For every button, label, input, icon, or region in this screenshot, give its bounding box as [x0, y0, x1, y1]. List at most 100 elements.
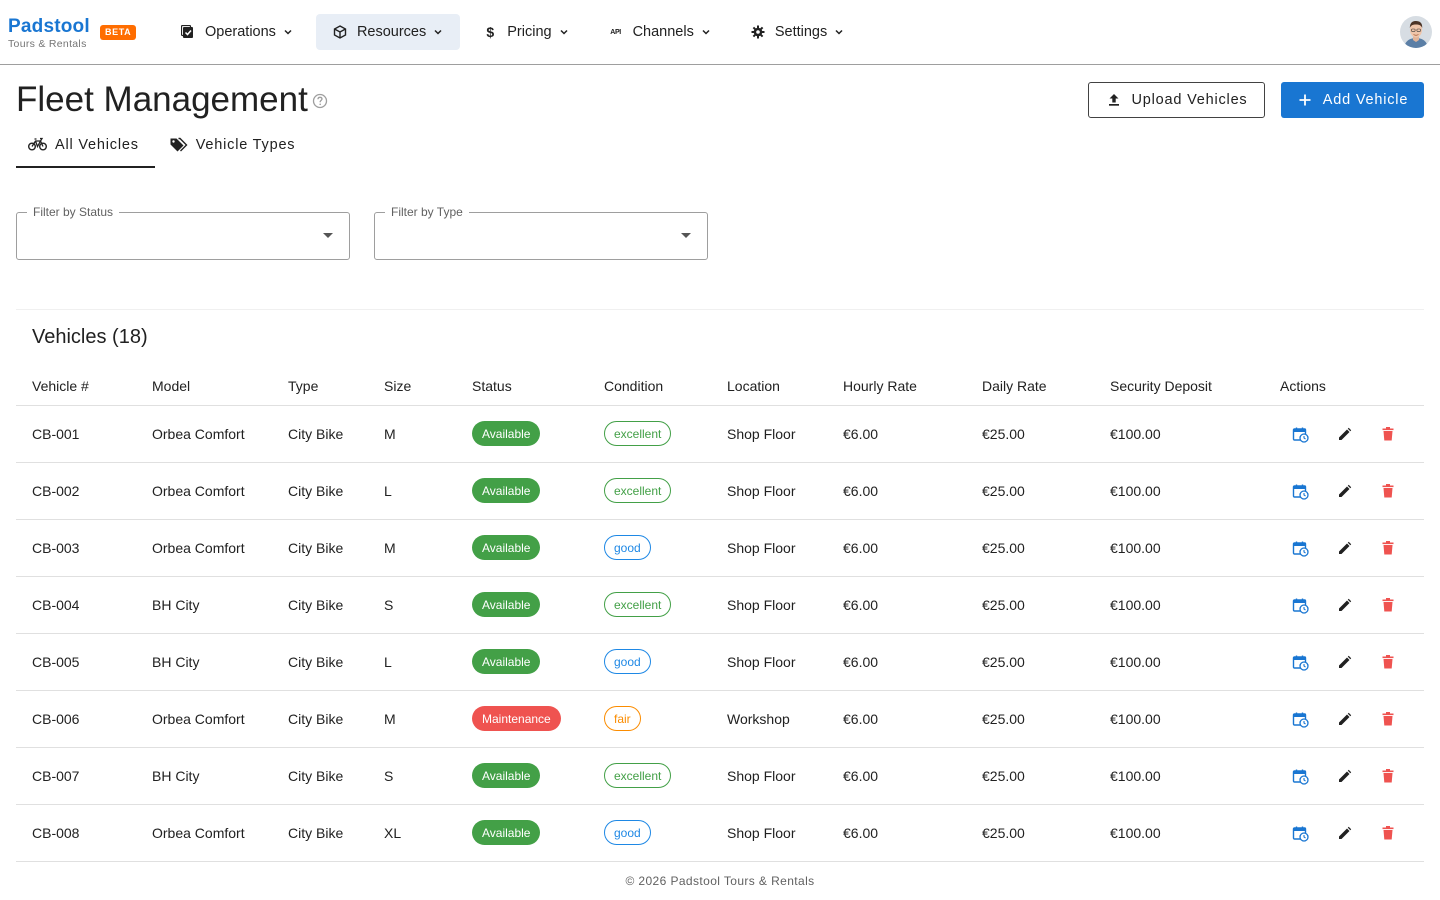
- filter-status-select[interactable]: Filter by Status: [16, 205, 350, 260]
- cell-id: CB-004: [32, 597, 80, 613]
- main-nav: Operations Resources $ Pricing API Chann…: [164, 14, 867, 50]
- cell-daily: €25.00: [982, 483, 1025, 499]
- footer-copyright: © 2026 Padstool Tours & Rentals: [625, 874, 815, 888]
- condition-badge: fair: [604, 706, 641, 731]
- edit-pencil-icon[interactable]: [1335, 539, 1353, 557]
- chevron-down-icon: [432, 26, 444, 38]
- table-row[interactable]: CB-002 Orbea Comfort City Bike L Available ex…: [16, 463, 1424, 520]
- schedule-calendar-icon[interactable]: [1291, 539, 1309, 557]
- tab-vehicle-types[interactable]: Vehicle Types: [155, 122, 312, 168]
- cell-location: Shop Floor: [727, 768, 796, 784]
- condition-badge: excellent: [604, 421, 672, 446]
- table-row[interactable]: CB-003 Orbea Comfort City Bike M Available go…: [16, 520, 1424, 577]
- edit-pencil-icon[interactable]: [1335, 767, 1353, 785]
- schedule-calendar-icon[interactable]: [1291, 596, 1309, 614]
- edit-pencil-icon[interactable]: [1335, 482, 1353, 500]
- cell-daily: €25.00: [982, 426, 1025, 442]
- column-header: Hourly Rate: [843, 378, 917, 394]
- delete-trash-icon[interactable]: [1379, 710, 1397, 728]
- add-vehicle-button[interactable]: Add Vehicle: [1281, 82, 1424, 118]
- schedule-calendar-icon[interactable]: [1291, 710, 1309, 728]
- schedule-calendar-icon[interactable]: [1291, 767, 1309, 785]
- cell-type: City Bike: [288, 540, 344, 556]
- edit-pencil-icon[interactable]: [1335, 653, 1353, 671]
- cell-id: CB-002: [32, 483, 80, 499]
- table-row[interactable]: CB-001 Orbea Comfort City Bike M Available ex…: [16, 406, 1424, 463]
- upload-vehicles-button[interactable]: Upload Vehicles: [1088, 82, 1265, 118]
- cell-id: CB-001: [32, 426, 80, 442]
- tab-all-vehicles[interactable]: All Vehicles: [16, 122, 155, 168]
- cell-daily: €25.00: [982, 597, 1025, 613]
- cell-size: M: [384, 540, 396, 556]
- schedule-calendar-icon[interactable]: [1291, 653, 1309, 671]
- column-header: Daily Rate: [982, 378, 1047, 394]
- cell-model: BH City: [152, 654, 200, 670]
- cell-size: S: [384, 597, 394, 613]
- cell-daily: €25.00: [982, 540, 1025, 556]
- upload-vehicles-label: Upload Vehicles: [1131, 92, 1248, 108]
- delete-trash-icon[interactable]: [1379, 767, 1397, 785]
- condition-badge: good: [604, 535, 651, 560]
- user-avatar[interactable]: [1400, 16, 1432, 48]
- cell-model: BH City: [152, 597, 200, 613]
- add-vehicle-label: Add Vehicle: [1322, 92, 1409, 108]
- cell-location: Shop Floor: [727, 540, 796, 556]
- edit-pencil-icon[interactable]: [1335, 596, 1353, 614]
- cell-hourly: €6.00: [843, 426, 879, 442]
- delete-trash-icon[interactable]: [1379, 653, 1397, 671]
- tags-icon: [169, 137, 188, 153]
- status-badge: Available: [472, 649, 541, 674]
- cell-id: CB-003: [32, 540, 80, 556]
- help-circle-icon[interactable]: [312, 93, 328, 109]
- nav-resources[interactable]: Resources: [315, 14, 461, 50]
- delete-trash-icon[interactable]: [1379, 824, 1397, 842]
- table-row[interactable]: CB-007 BH City City Bike S Available excellen…: [16, 748, 1424, 805]
- condition-badge: excellent: [604, 763, 672, 788]
- cell-type: City Bike: [288, 711, 344, 727]
- nav-pricing[interactable]: $ Pricing: [466, 14, 585, 50]
- nav-operations[interactable]: Operations: [164, 14, 310, 50]
- bike-icon: [28, 137, 47, 153]
- edit-pencil-icon[interactable]: [1335, 425, 1353, 443]
- nav-settings[interactable]: Settings: [734, 14, 861, 50]
- schedule-calendar-icon[interactable]: [1291, 425, 1309, 443]
- status-badge: Available: [472, 763, 541, 788]
- cell-size: L: [384, 654, 392, 670]
- column-header: Security Deposit: [1110, 378, 1212, 394]
- upload-icon: [1106, 92, 1122, 108]
- schedule-calendar-icon[interactable]: [1291, 482, 1309, 500]
- cell-deposit: €100.00: [1110, 426, 1161, 442]
- brand-name: Padstool: [8, 16, 90, 37]
- brand-subtitle: Tours & Rentals: [8, 38, 87, 50]
- table-row[interactable]: CB-005 BH City City Bike L Available good Shop…: [16, 634, 1424, 691]
- column-header: Status: [472, 378, 512, 394]
- status-badge: Available: [472, 535, 541, 560]
- chevron-down-icon: [700, 26, 712, 38]
- column-header: Location: [727, 378, 780, 394]
- nav-channels[interactable]: API Channels: [592, 14, 728, 50]
- table-row[interactable]: CB-006 Orbea Comfort City Bike M Maintenance…: [16, 691, 1424, 748]
- cell-id: CB-006: [32, 711, 80, 727]
- table-row[interactable]: CB-008 Orbea Comfort City Bike XL Available g…: [16, 805, 1424, 862]
- filter-type-select[interactable]: Filter by Type: [374, 205, 708, 260]
- vehicles-table-title: Vehicles (18): [32, 326, 148, 348]
- column-header: Type: [288, 378, 319, 394]
- cell-deposit: €100.00: [1110, 540, 1161, 556]
- schedule-calendar-icon[interactable]: [1291, 824, 1309, 842]
- table-row[interactable]: CB-004 BH City City Bike S Available excellen…: [16, 577, 1424, 634]
- delete-trash-icon[interactable]: [1379, 539, 1397, 557]
- delete-trash-icon[interactable]: [1379, 425, 1397, 443]
- delete-trash-icon[interactable]: [1379, 596, 1397, 614]
- edit-pencil-icon[interactable]: [1335, 710, 1353, 728]
- cell-type: City Bike: [288, 426, 344, 442]
- cell-size: M: [384, 711, 396, 727]
- delete-trash-icon[interactable]: [1379, 482, 1397, 500]
- brand-logo[interactable]: Padstool Tours & Rentals: [8, 16, 90, 50]
- cell-location: Shop Floor: [727, 597, 796, 613]
- edit-pencil-icon[interactable]: [1335, 824, 1353, 842]
- status-badge: Maintenance: [472, 706, 561, 731]
- cell-hourly: €6.00: [843, 711, 879, 727]
- api-icon: API: [610, 28, 621, 36]
- status-badge: Available: [472, 820, 541, 845]
- cell-deposit: €100.00: [1110, 825, 1161, 841]
